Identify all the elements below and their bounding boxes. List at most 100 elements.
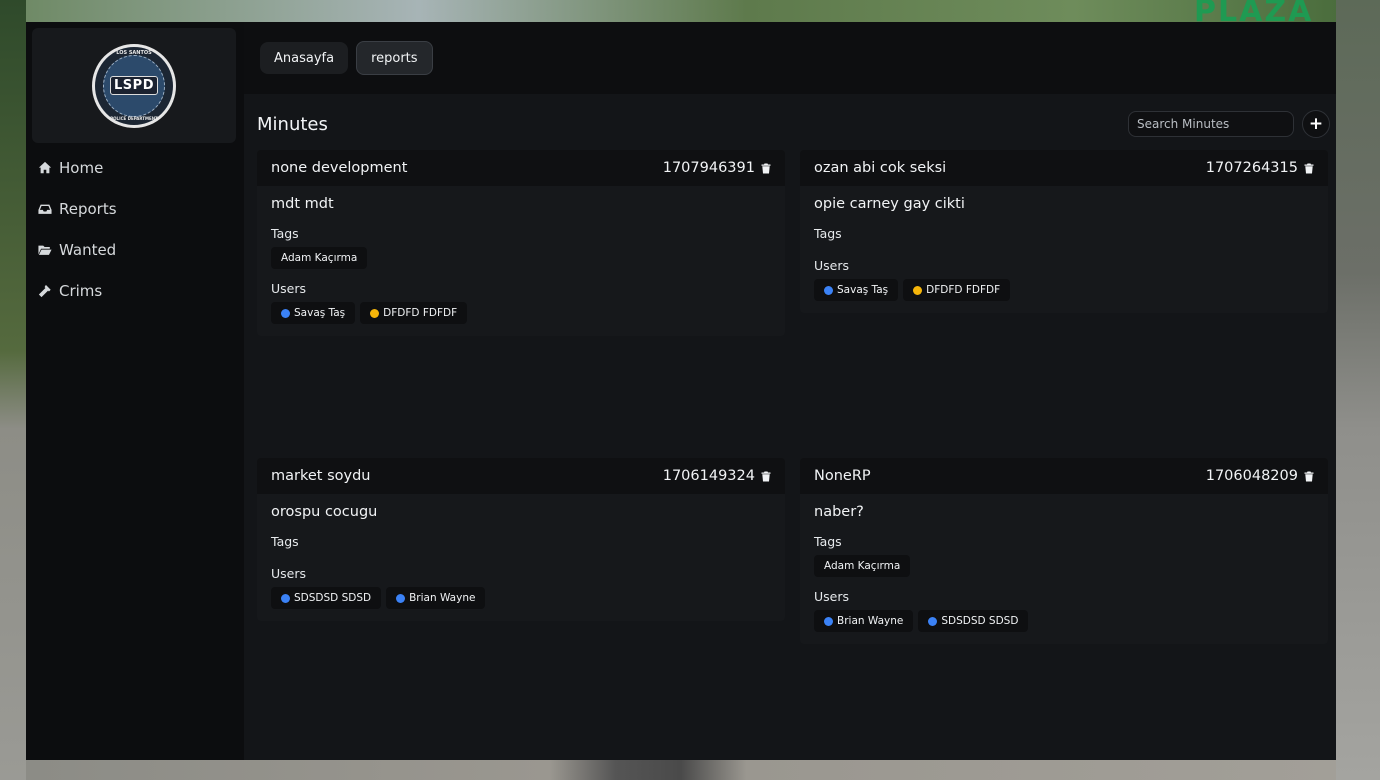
- sidebar-item-reports[interactable]: Reports: [26, 188, 244, 229]
- sidebar-item-crims[interactable]: Crims: [26, 270, 244, 311]
- user-name: SDSDSD SDSD: [294, 592, 372, 604]
- tag-list: Adam Kaçırma: [271, 247, 771, 269]
- page-title: Minutes: [257, 113, 328, 135]
- status-dot: [824, 616, 833, 626]
- status-dot: [370, 308, 380, 318]
- card-header: none development 1707946391: [257, 150, 785, 186]
- minutes-header: Minutes +: [257, 109, 1330, 139]
- background-top: PLAZA: [26, 0, 1336, 29]
- card-title: none development: [271, 160, 408, 176]
- tags-label: Tags: [814, 226, 842, 241]
- card-id: 1706048209: [1205, 468, 1298, 484]
- minute-card: NoneRP 1706048209 naber? Tags Adam Kaçır…: [800, 458, 1328, 644]
- user-chip[interactable]: Brian Wayne: [814, 610, 914, 632]
- status-dot: [824, 285, 833, 295]
- gavel-icon: [38, 284, 51, 297]
- card-title: market soydu: [271, 468, 371, 484]
- minute-card: none development 1707946391 mdt mdt Tags…: [257, 150, 785, 336]
- tag-list: Adam Kaçırma: [814, 555, 1314, 577]
- logo-container: LOS SANTOS LSPD POLICE DEPARTMENT: [32, 28, 236, 143]
- inbox-icon: [38, 204, 52, 214]
- user-name: Brian Wayne: [409, 592, 476, 604]
- user-chip[interactable]: SDSDSD SDSD: [918, 610, 1029, 632]
- tag-label: Adam Kaçırma: [281, 252, 358, 264]
- card-meta: 1707946391: [663, 160, 771, 176]
- sidebar-item-label: Home: [59, 158, 104, 177]
- tag-label: Adam Kaçırma: [824, 560, 901, 572]
- card-id: 1707264315: [1205, 160, 1298, 176]
- sidebar-item-wanted[interactable]: Wanted: [26, 229, 244, 270]
- status-dot: [396, 593, 406, 603]
- add-minute-button[interactable]: +: [1302, 110, 1330, 138]
- status-dot: [928, 616, 938, 626]
- trash-icon[interactable]: [1304, 163, 1314, 174]
- user-chip[interactable]: Savaş Taş: [271, 302, 356, 324]
- user-chip[interactable]: DFDFD FDFDF: [903, 279, 1011, 301]
- tag-chip[interactable]: Adam Kaçırma: [814, 555, 911, 577]
- logo-main-text: LSPD: [110, 76, 158, 95]
- tags-label: Tags: [271, 534, 299, 549]
- sidebar-nav: Home Reports Wanted Crims: [26, 147, 244, 311]
- minute-card: market soydu 1706149324 orospu cocugu Ta…: [257, 458, 785, 621]
- card-id: 1707946391: [662, 160, 755, 176]
- tag-chip[interactable]: Adam Kaçırma: [271, 247, 368, 269]
- background-bottom: [26, 760, 1336, 780]
- card-meta: 1707264315: [1206, 160, 1314, 176]
- tag-list: [814, 247, 1314, 248]
- tab-bar: Anasayfa reports: [244, 22, 1336, 94]
- user-chip[interactable]: DFDFD FDFDF: [360, 302, 468, 324]
- card-meta: 1706149324: [663, 468, 771, 484]
- status-dot: [913, 285, 923, 295]
- users-label: Users: [271, 566, 307, 581]
- user-list: Savaş Taş DFDFD FDFDF: [814, 279, 1314, 301]
- header-actions: +: [1128, 110, 1330, 138]
- user-name: DFDFD FDFDF: [383, 307, 458, 319]
- background-right: [1336, 0, 1380, 780]
- user-name: DFDFD FDFDF: [926, 284, 1001, 296]
- user-chip[interactable]: Brian Wayne: [386, 587, 486, 609]
- trash-icon[interactable]: [761, 163, 771, 174]
- sidebar: LOS SANTOS LSPD POLICE DEPARTMENT Home R…: [26, 22, 244, 760]
- mdt-window: LOS SANTOS LSPD POLICE DEPARTMENT Home R…: [26, 22, 1336, 760]
- user-name: Savaş Taş: [837, 284, 889, 296]
- user-list: Brian Wayne SDSDSD SDSD: [814, 610, 1314, 632]
- user-chip[interactable]: Savaş Taş: [814, 279, 899, 301]
- trash-icon[interactable]: [1304, 471, 1314, 482]
- user-name: SDSDSD SDSD: [941, 615, 1019, 627]
- user-name: Brian Wayne: [837, 615, 904, 627]
- logo-top-text: LOS SANTOS: [116, 49, 152, 56]
- user-chip[interactable]: SDSDSD SDSD: [271, 587, 382, 609]
- home-icon: [38, 161, 52, 173]
- card-description: orospu cocugu: [271, 504, 378, 520]
- card-id: 1706149324: [662, 468, 755, 484]
- tab-anasayfa[interactable]: Anasayfa: [260, 42, 349, 74]
- card-description: naber?: [814, 504, 864, 520]
- sidebar-item-label: Reports: [59, 199, 117, 218]
- card-title: NoneRP: [814, 468, 871, 484]
- users-label: Users: [814, 258, 850, 273]
- card-header: market soydu 1706149324: [257, 458, 785, 494]
- sidebar-item-label: Wanted: [59, 240, 117, 259]
- folder-open-icon: [38, 245, 52, 255]
- logo-inner: LSPD: [103, 54, 165, 117]
- tag-list: [271, 555, 771, 556]
- trash-icon[interactable]: [761, 471, 771, 482]
- card-header: NoneRP 1706048209: [800, 458, 1328, 494]
- users-label: Users: [814, 589, 850, 604]
- tags-label: Tags: [271, 226, 299, 241]
- user-list: Savaş Taş DFDFD FDFDF: [271, 302, 771, 324]
- sidebar-item-label: Crims: [59, 281, 103, 300]
- card-body: orospu cocugu Tags Users SDSDSD SDSD Bri…: [257, 494, 785, 621]
- search-input[interactable]: [1128, 111, 1294, 137]
- lspd-logo: LOS SANTOS LSPD POLICE DEPARTMENT: [92, 43, 176, 128]
- user-list: SDSDSD SDSD Brian Wayne: [271, 587, 771, 609]
- card-body: opie carney gay cikti Tags Users Savaş T…: [800, 186, 1328, 313]
- card-meta: 1706048209: [1206, 468, 1314, 484]
- user-name: Savaş Taş: [294, 307, 346, 319]
- main-content: Anasayfa reports Minutes + none developm…: [244, 22, 1336, 760]
- tab-reports[interactable]: reports: [356, 41, 433, 75]
- sidebar-item-home[interactable]: Home: [26, 147, 244, 188]
- background-left: [0, 0, 26, 780]
- card-description: mdt mdt: [271, 196, 334, 212]
- card-body: naber? Tags Adam Kaçırma Users Brian Way…: [800, 494, 1328, 644]
